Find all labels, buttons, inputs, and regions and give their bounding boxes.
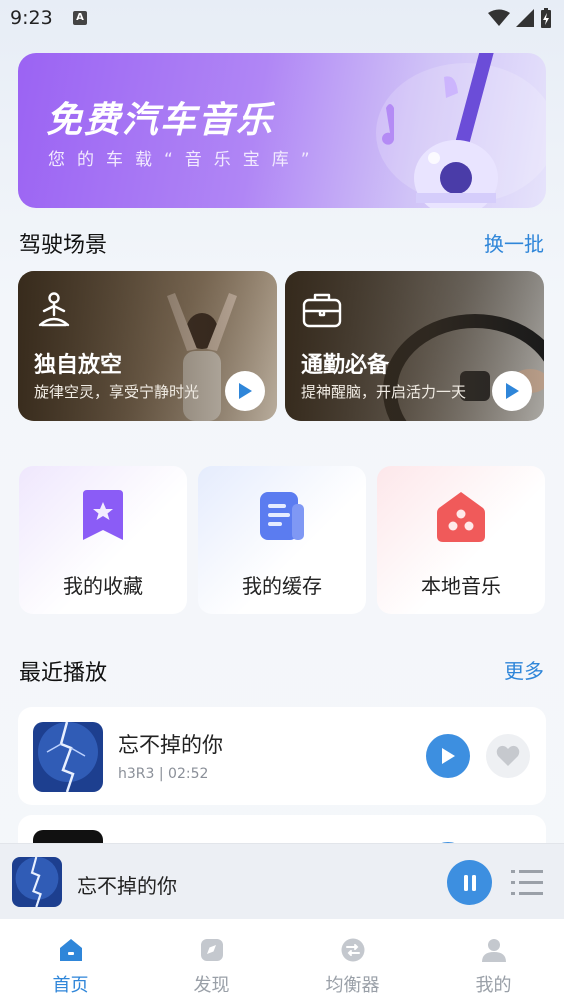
notification-badge: A [73,11,87,25]
nav-label: 发现 [193,975,230,996]
cache-doc-icon [260,492,304,540]
tile-label: 我的收藏 [63,574,143,598]
nav-label: 首页 [52,975,89,996]
bookmark-star-icon [83,490,123,540]
song-title: 忘不掉的你 [118,733,223,757]
bottom-nav: 首页 发现 均衡器 我的 [0,919,564,1004]
nav-label: 我的 [475,975,512,996]
lightning-cover-art [33,722,103,792]
mini-album-cover [12,857,62,907]
status-bar: 9:23 A [0,0,564,38]
nav-item-discover[interactable]: 发现 [141,919,282,1004]
briefcase-icon [302,293,342,328]
more-button[interactable]: 更多 [504,655,544,684]
home-music-icon [437,492,485,542]
heart-icon [496,745,520,766]
section-title-recent: 最近播放 [19,661,108,686]
scene-name: 通勤必备 [301,353,390,378]
pause-button[interactable] [447,860,492,905]
guitar-illustration [376,53,546,208]
nav-item-home[interactable]: 首页 [0,919,141,1004]
pause-icon [463,874,476,891]
scene-desc: 旋律空灵，享受宁静时光 [34,383,200,401]
tile-favorites[interactable]: 我的收藏 [19,466,187,614]
scene-desc: 提神醒脑，开启活力一天 [301,383,467,401]
nav-item-profile[interactable]: 我的 [423,919,564,1004]
scene-name: 独自放空 [34,353,123,378]
section-title-driving: 驾驶场景 [19,233,108,258]
status-icons [488,8,552,28]
song-row[interactable]: 忘不掉的你 h3R3 | 02:52 [18,707,546,805]
song-play-button[interactable] [426,734,470,778]
signal-icon [516,9,534,27]
album-cover [33,722,103,792]
scene-play-button[interactable] [225,371,265,411]
wifi-icon [488,9,510,26]
status-time: 9:23 [10,7,53,29]
scene-card-relax[interactable]: 独自放空 旋律空灵，享受宁静时光 [18,271,277,421]
scene-card-commute[interactable]: 通勤必备 提神醒脑，开启活力一天 [285,271,544,421]
equalizer-icon [341,938,364,962]
scene-play-button[interactable] [492,371,532,411]
song-meta: h3R3 | 02:52 [118,766,209,782]
playlist-icon[interactable] [511,868,543,898]
lightning-cover-art [12,857,62,907]
compass-icon [200,939,223,961]
play-icon [442,748,455,764]
refresh-button[interactable]: 换一批 [484,228,544,257]
tile-label: 本地音乐 [421,574,501,598]
nav-label: 均衡器 [325,975,380,996]
promo-banner[interactable]: 免费汽车音乐 您的车载“音乐宝库” [18,53,546,208]
tile-label: 我的缓存 [242,574,322,598]
banner-title: 免费汽车音乐 [46,100,275,141]
mini-player-title: 忘不掉的你 [77,874,177,898]
tile-cache[interactable]: 我的缓存 [198,466,366,614]
meditation-icon [38,292,70,327]
home-icon [59,939,82,961]
like-button[interactable] [486,734,530,778]
play-icon [506,383,519,399]
banner-subtitle: 您的车载“音乐宝库” [48,150,322,170]
battery-icon [541,8,551,28]
tile-local-music[interactable]: 本地音乐 [377,466,545,614]
profile-icon [481,939,506,962]
mini-player[interactable]: 忘不掉的你 [0,843,564,919]
play-icon [239,383,252,399]
nav-item-equalizer[interactable]: 均衡器 [282,919,423,1004]
